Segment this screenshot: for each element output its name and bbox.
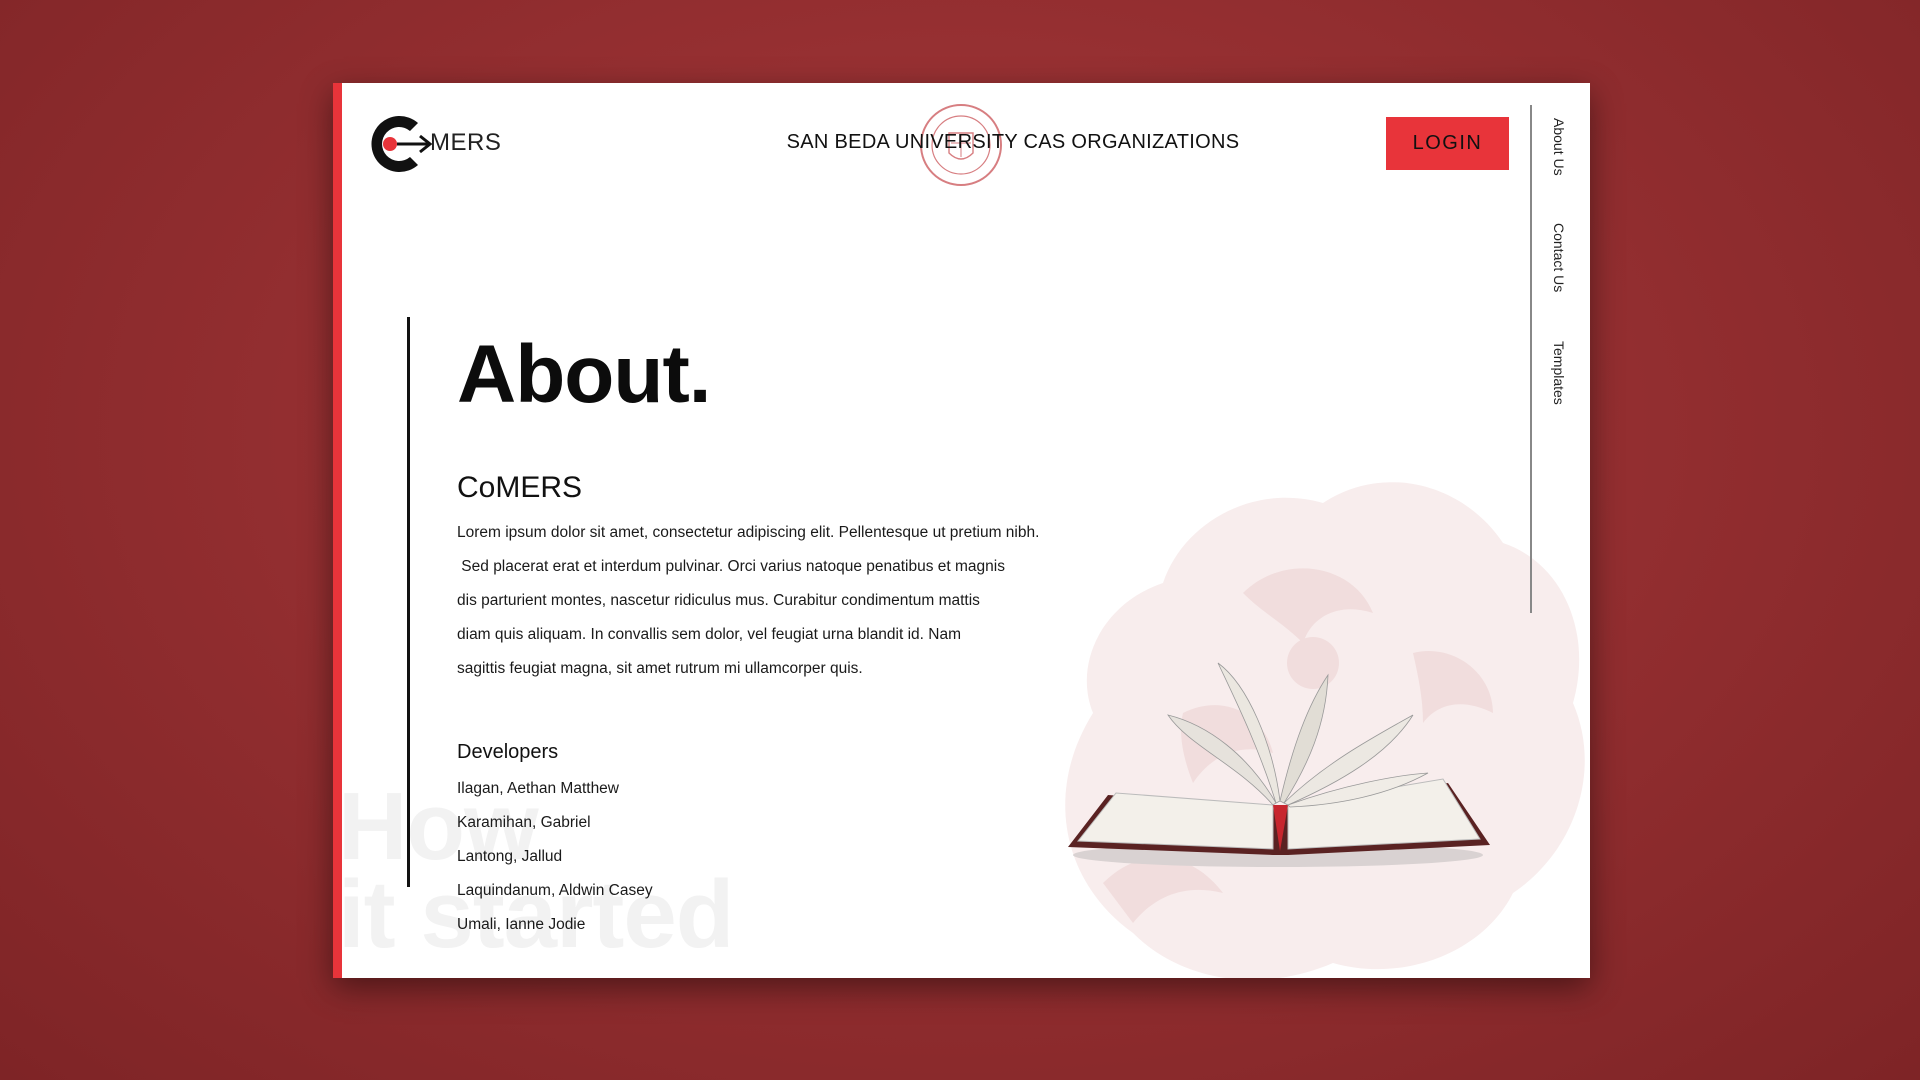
nav-about-us[interactable]: About Us: [1551, 118, 1567, 176]
paragraph-line: dis parturient montes, nascetur ridiculu…: [457, 592, 980, 609]
paragraph-line: Lorem ipsum dolor sit amet, consectetur …: [457, 524, 1040, 541]
paragraph-line: Sed placerat erat et interdum pulvinar. …: [457, 558, 1005, 575]
logo-text: MERS: [430, 129, 502, 156]
developer-item: Laquindanum, Aldwin Casey: [457, 882, 653, 899]
page-title: About.: [457, 329, 712, 420]
developer-item: Karamihan, Gabriel: [457, 814, 591, 831]
paragraph-line: sagittis feugiat magna, sit amet rutrum …: [457, 660, 863, 677]
nav-contact-us[interactable]: Contact Us: [1551, 223, 1567, 292]
nav-divider: [1530, 105, 1532, 613]
section-heading: CoMERS: [457, 471, 583, 504]
paragraph-line: diam quis aliquam. In convallis sem dolo…: [457, 626, 962, 643]
developers-heading: Developers: [457, 741, 559, 763]
login-button[interactable]: LOGIN: [1386, 117, 1509, 170]
nav-templates[interactable]: Templates: [1551, 341, 1567, 405]
developer-item: Ilagan, Aethan Matthew: [457, 780, 620, 797]
organization-title: SAN BEDA UNIVERSITY CAS ORGANIZATIONS: [786, 131, 1240, 153]
content-divider: [407, 317, 410, 887]
open-book-image: [1068, 662, 1490, 867]
about-page-card: How it started MERS SAN BEDA UNIVERSITY …: [333, 83, 1590, 978]
developer-item: Umali, Ianne Jodie: [457, 916, 586, 933]
developer-item: Lantong, Jallud: [457, 848, 563, 865]
